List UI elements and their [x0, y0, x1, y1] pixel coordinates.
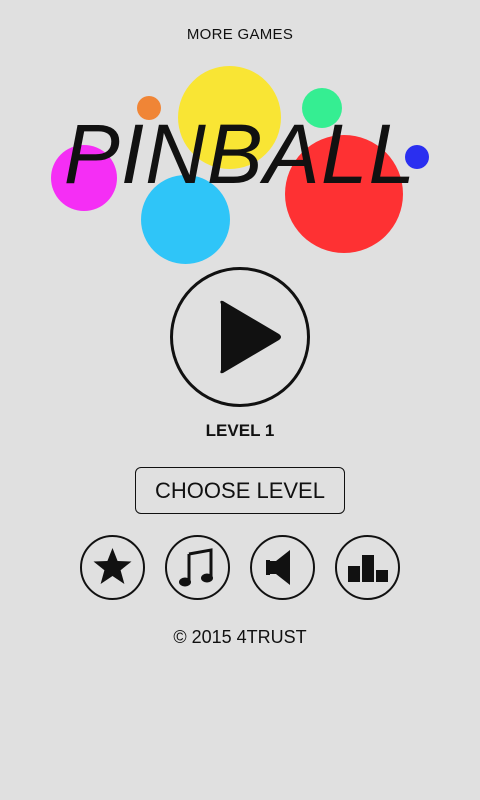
play-button[interactable]	[170, 267, 310, 407]
music-toggle-button[interactable]	[165, 535, 230, 600]
music-note-icon	[179, 548, 213, 587]
speaker-icon	[266, 550, 290, 585]
game-title: PINBALL	[63, 107, 417, 201]
play-icon	[220, 300, 281, 374]
level-label: LEVEL 1	[205, 421, 275, 440]
rate-button[interactable]	[80, 535, 145, 600]
leaderboard-icon	[348, 555, 388, 582]
copyright-text: © 2015 4TRUST	[173, 627, 307, 647]
more-games-link[interactable]: MORE GAMES	[0, 26, 480, 43]
star-icon	[93, 548, 132, 584]
leaderboard-button[interactable]	[335, 535, 400, 600]
choose-level-button[interactable]: CHOOSE LEVEL	[135, 467, 345, 514]
sound-toggle-button[interactable]	[250, 535, 315, 600]
